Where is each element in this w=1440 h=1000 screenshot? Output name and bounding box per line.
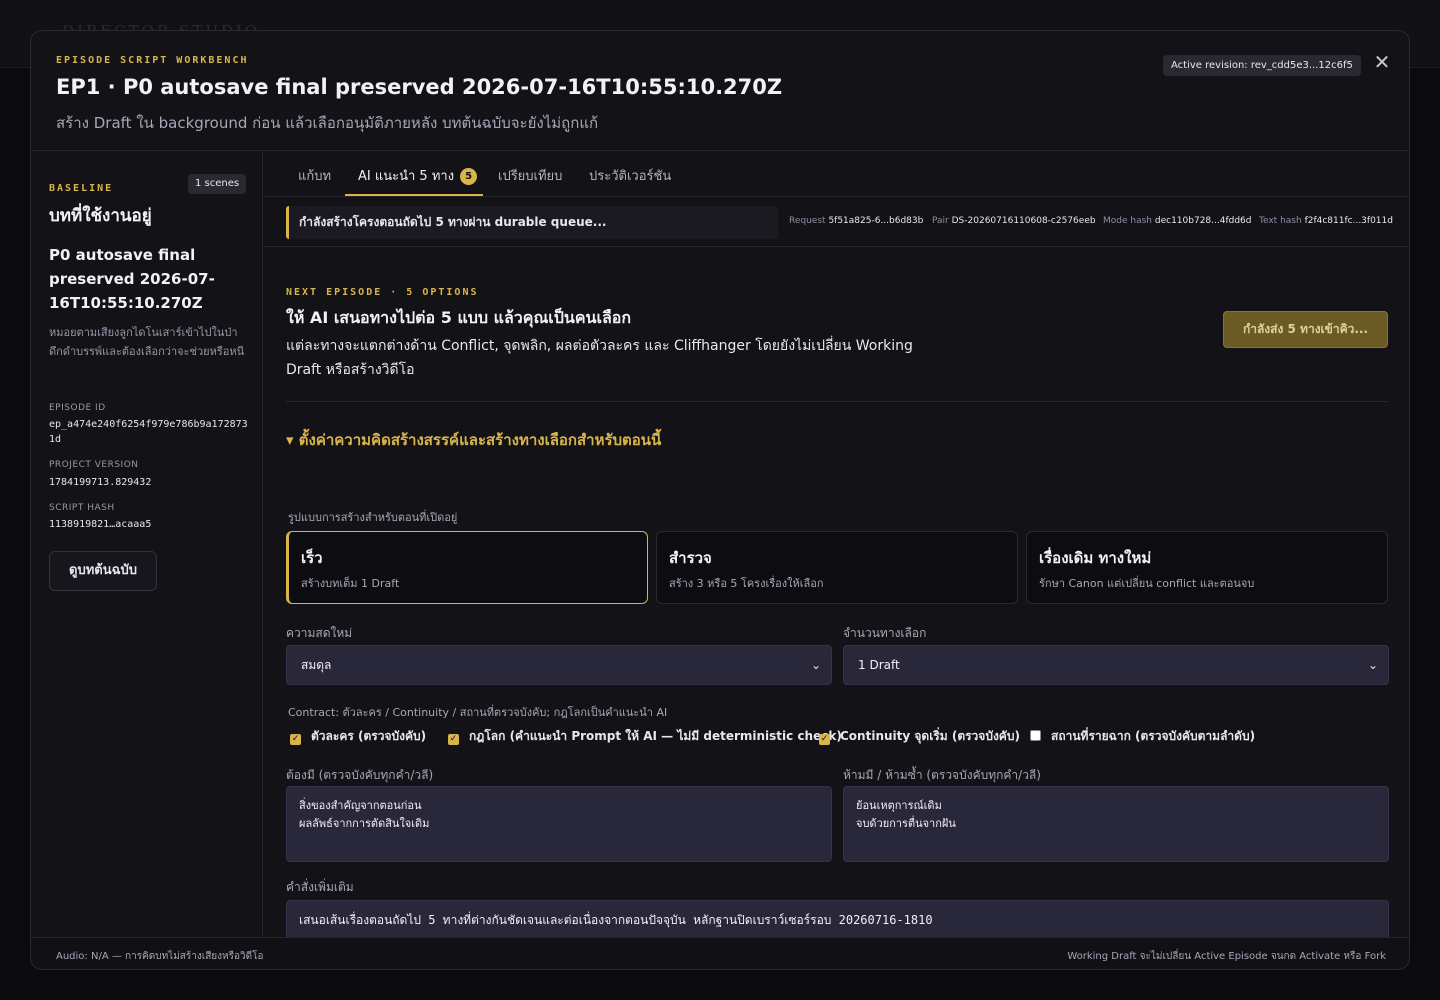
mode-card-explore[interactable]: สำรวจ สร้าง 3 หรือ 5 โครงเรื่องให้เลือก xyxy=(656,531,1018,604)
mode-hash-meta: Mode hash dec110b728...4fdd6d xyxy=(1103,216,1252,226)
checkbox-checked-icon: ✓ xyxy=(819,734,830,745)
option-count-value: 1 Draft xyxy=(858,658,900,672)
episode-id-value: ep_a474e240f6254f979e786b9a1728731d xyxy=(49,419,248,445)
checkbox-unchecked-icon xyxy=(1030,730,1041,741)
audio-note: Audio: N/A — การคิดบทไม่สร้างเสียงหรือวิ… xyxy=(56,951,264,962)
tab-ai-suggestions[interactable]: AI แนะนำ 5 ทาง 5 xyxy=(358,165,478,186)
creative-settings-toggle[interactable]: ▾ ตั้งค่าความคิดสร้างสรรค์และสร้างทางเลื… xyxy=(286,428,661,452)
baseline-kicker: BASELINE xyxy=(49,183,114,194)
chevron-down-icon: ⌄ xyxy=(1367,658,1378,672)
next-episode-heading: ให้ AI เสนอทางไปต่อ 5 แบบ แล้วคุณเป็นคนเ… xyxy=(286,308,632,327)
pair-meta: Pair DS-20260716110608-c2576eeb xyxy=(932,216,1096,226)
check-characters[interactable]: ✓ ตัวละคร (ตรวจบังคับ) xyxy=(290,727,426,746)
scenes-badge: 1 scenes xyxy=(188,174,247,194)
generation-mode-label: รูปแบบการสร้างสำหรับตอนที่เปิดอยู่ xyxy=(288,511,458,524)
freshness-select[interactable]: สมดุล ⌄ xyxy=(286,645,832,685)
modal-subtitle: สร้าง Draft ใน background ก่อน แล้วเลือก… xyxy=(56,114,599,132)
modal-header: EPISODE SCRIPT WORKBENCH EP1 · P0 autosa… xyxy=(31,31,1409,151)
request-meta: Request 5f51a825-6...b6d83b xyxy=(789,216,924,226)
tab-edit-script[interactable]: แก้บท xyxy=(298,165,331,186)
baseline-heading: บทที่ใช้งานอยู่ xyxy=(49,206,152,226)
baseline-sidebar: BASELINE 1 scenes บทที่ใช้งานอยู่ P0 aut… xyxy=(31,151,263,937)
must-have-textarea[interactable]: สิ่งของสำคัญจากตอนก่อน ผลลัพธ์จากการตัดส… xyxy=(286,786,832,862)
project-version-label: PROJECT VERSION xyxy=(49,460,139,470)
script-hash-value: 1138919821…acaaa5 xyxy=(49,519,152,530)
episode-script-workbench-modal: EPISODE SCRIPT WORKBENCH EP1 · P0 autosa… xyxy=(30,30,1410,970)
baseline-episode-name: P0 autosave final preserved 2026-07-16T1… xyxy=(49,246,215,312)
modal-kicker: EPISODE SCRIPT WORKBENCH xyxy=(56,55,249,66)
extra-instructions-label: คำสั่งเพิ่มเติม xyxy=(286,880,354,894)
workbench-tabs: แก้บท AI แนะนำ 5 ทาง 5 เปรียบเทียบ ประวัต… xyxy=(264,151,1409,197)
check-continuity[interactable]: ✓ Continuity จุดเริ่ม (ตรวจบังคับ) xyxy=(819,727,1020,746)
script-hash-label: SCRIPT HASH xyxy=(49,503,115,513)
baseline-logline: หมอยตามเสียงลูกไดโนเสาร์เข้าไปในป่าดึกดำ… xyxy=(49,326,245,358)
active-tab-underline xyxy=(345,194,483,196)
mode-card-same-story-new-path[interactable]: เรื่องเดิม ทางใหม่ รักษา Canon แต่เปลี่ย… xyxy=(1026,531,1388,604)
working-draft-note: Working Draft จะไม่เปลี่ยน Active Episod… xyxy=(1067,951,1386,962)
ai-suggestions-panel: NEXT EPISODE · 5 OPTIONS ให้ AI เสนอทางไ… xyxy=(264,248,1409,969)
next-episode-kicker: NEXT EPISODE · 5 OPTIONS xyxy=(286,287,479,298)
freshness-value: สมดุล xyxy=(301,658,332,672)
modal-title: EP1 · P0 autosave final preserved 2026-0… xyxy=(56,75,783,99)
modal-footer: Audio: N/A — การคิดบทไม่สร้างเสียงหรือวิ… xyxy=(31,937,1409,969)
queue-status-bar: กำลังสร้างโครงตอนถัดไป 5 ทางผ่าน durable… xyxy=(264,198,1409,247)
mode-card-fast[interactable]: เร็ว สร้างบทเต็ม 1 Draft xyxy=(286,531,648,604)
view-original-script-button[interactable]: ดูบทต้นฉบับ xyxy=(49,551,157,591)
check-locations[interactable]: สถานที่รายฉาก (ตรวจบังคับตามลำดับ) xyxy=(1030,727,1255,746)
check-world-rules[interactable]: ✓ กฎโลก (คำแนะนำ Prompt ให้ AI — ไม่มี de… xyxy=(448,727,842,746)
next-episode-description: แต่ละทางจะแตกต่างด้าน Conflict, จุดพลิก,… xyxy=(286,338,913,378)
close-icon[interactable]: ✕ xyxy=(1371,51,1393,73)
generate-options-button[interactable]: กำลังส่ง 5 ทางเข้าคิว... xyxy=(1223,311,1388,348)
tab-version-history[interactable]: ประวัติเวอร์ชัน xyxy=(589,165,671,186)
episode-id-label: EPISODE ID xyxy=(49,403,106,413)
project-version-value: 1784199713.829432 xyxy=(49,477,152,488)
mode-title: เรื่องเดิม ทางใหม่ xyxy=(1039,549,1152,567)
checkbox-checked-icon: ✓ xyxy=(448,734,459,745)
contract-label: Contract: ตัวละคร / Continuity / สถานที่… xyxy=(288,706,668,719)
section-divider xyxy=(286,401,1388,402)
tab-count-badge: 5 xyxy=(460,168,478,185)
tab-compare[interactable]: เปรียบเทียบ xyxy=(498,165,562,186)
queue-status-message: กำลังสร้างโครงตอนถัดไป 5 ทางผ่าน durable… xyxy=(286,206,778,239)
checkbox-checked-icon: ✓ xyxy=(290,734,301,745)
mode-description: สร้าง 3 หรือ 5 โครงเรื่องให้เลือก xyxy=(669,577,824,590)
forbidden-label: ห้ามมี / ห้ามซ้ำ (ตรวจบังคับทุกคำ/วลี) xyxy=(843,768,1041,782)
active-revision-badge: Active revision: rev_cdd5e3...12c6f5 xyxy=(1163,55,1361,76)
mode-description: รักษา Canon แต่เปลี่ยน conflict และตอนจบ xyxy=(1039,577,1255,590)
chevron-down-icon: ⌄ xyxy=(810,658,821,672)
must-have-label: ต้องมี (ตรวจบังคับทุกคำ/วลี) xyxy=(286,768,434,782)
option-count-label: จำนวนทางเลือก xyxy=(843,626,927,640)
option-count-select[interactable]: 1 Draft ⌄ xyxy=(843,645,1389,685)
forbidden-textarea[interactable]: ย้อนเหตุการณ์เดิม จบด้วยการตื่นจากฝัน xyxy=(843,786,1389,862)
mode-description: สร้างบทเต็ม 1 Draft xyxy=(301,577,400,590)
mode-title: สำรวจ xyxy=(669,549,712,567)
text-hash-meta: Text hash f2f4c811fc...3f011d xyxy=(1259,216,1393,226)
freshness-label: ความสดใหม่ xyxy=(286,626,353,640)
tab-ai-suggestions-label: AI แนะนำ 5 ทาง xyxy=(358,169,455,184)
mode-title: เร็ว xyxy=(301,549,323,567)
